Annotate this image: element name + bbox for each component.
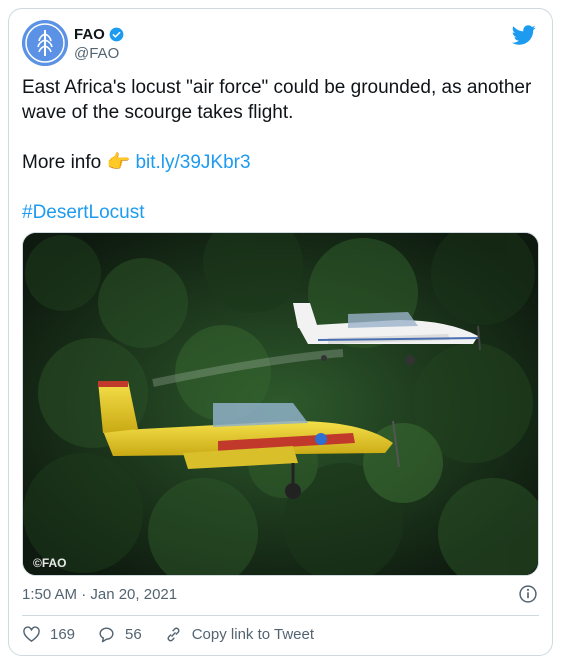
twitter-bird-icon[interactable]	[512, 23, 536, 47]
tweet-text: East Africa's locust "air force" could b…	[22, 75, 532, 225]
verified-badge-icon	[109, 27, 124, 42]
more-info-label: More info	[22, 152, 102, 173]
divider	[22, 615, 539, 616]
fao-logo-icon	[22, 20, 68, 66]
action-bar: 169 56 Copy link to Tweet	[22, 625, 336, 644]
tweet-photo[interactable]: ©FAO	[22, 232, 539, 576]
author-name-row[interactable]: FAO	[74, 26, 124, 43]
reply-button[interactable]: 56	[97, 625, 142, 644]
tweet-body: East Africa's locust "air force" could b…	[22, 77, 532, 123]
like-count: 169	[50, 626, 76, 643]
hashtag-link[interactable]: #DesertLocust	[22, 202, 145, 223]
tweet-card: FAO @FAO East Africa's locust "air force…	[8, 8, 553, 656]
like-button[interactable]: 169	[22, 625, 75, 644]
tweet-timestamp[interactable]: 1:50 AM · Jan 20, 2021	[22, 586, 177, 603]
heart-icon	[23, 626, 40, 642]
photo-credit: ©FAO	[33, 556, 67, 570]
copy-link-label: Copy link to Tweet	[191, 626, 315, 643]
avatar[interactable]	[22, 20, 68, 66]
photo-crop-dusters-over-forest: ©FAO	[23, 233, 538, 575]
link-icon	[167, 627, 180, 642]
info-icon[interactable]	[518, 584, 538, 604]
reply-count: 56	[125, 626, 142, 643]
reply-bubble-icon	[99, 627, 114, 643]
author-name[interactable]: FAO	[74, 26, 105, 43]
short-link[interactable]: bit.ly/39JKbr3	[135, 152, 250, 173]
author-handle[interactable]: @FAO	[74, 45, 119, 62]
pointing-hand-emoji: 👉	[106, 152, 131, 173]
copy-link-button[interactable]: Copy link to Tweet	[164, 625, 314, 644]
more-info-line: More info 👉 bit.ly/39JKbr3	[22, 150, 532, 175]
